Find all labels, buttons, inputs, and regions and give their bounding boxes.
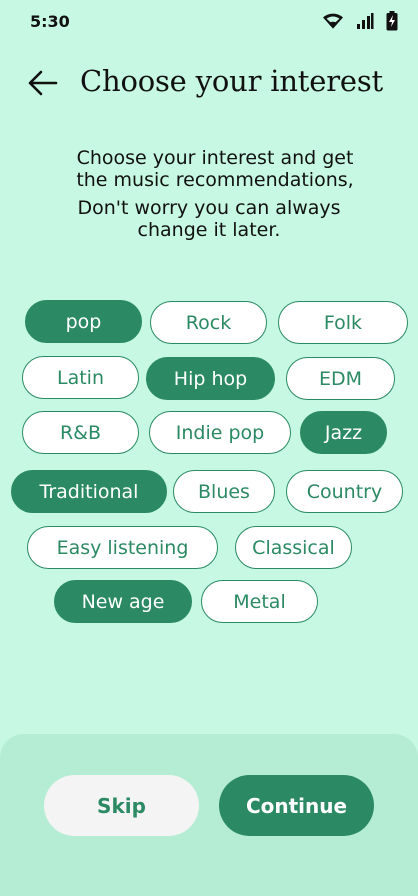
page-title: Choose your interest bbox=[80, 64, 383, 98]
interest-chip-rnb[interactable]: R&B bbox=[22, 411, 139, 454]
interest-chip-rock[interactable]: Rock bbox=[150, 301, 267, 344]
description-line-4: change it later. bbox=[137, 219, 281, 241]
interest-chip-pop[interactable]: pop bbox=[25, 300, 142, 343]
wifi-icon bbox=[322, 12, 344, 30]
interest-chip-indie-pop[interactable]: Indie pop bbox=[149, 411, 291, 454]
interest-chip-jazz[interactable]: Jazz bbox=[300, 411, 387, 454]
continue-button[interactable]: Continue bbox=[219, 775, 374, 836]
description-line-1: Choose your interest and get bbox=[76, 147, 354, 169]
arrow-left-icon bbox=[28, 70, 58, 96]
interest-chip-traditional[interactable]: Traditional bbox=[11, 470, 167, 513]
interest-chip-country[interactable]: Country bbox=[286, 470, 403, 513]
interest-chip-easy-listening[interactable]: Easy listening bbox=[27, 526, 218, 569]
description-line-3: Don't worry you can always bbox=[77, 197, 341, 219]
interest-chip-blues[interactable]: Blues bbox=[173, 470, 275, 513]
description-secondary: Don't worry you can always change it lat… bbox=[0, 197, 418, 241]
interest-chip-new-age[interactable]: New age bbox=[54, 580, 192, 623]
status-time: 5:30 bbox=[30, 12, 70, 31]
interest-chip-latin[interactable]: Latin bbox=[22, 356, 139, 399]
skip-button[interactable]: Skip bbox=[44, 775, 199, 836]
description-line-2: the music recommendations, bbox=[76, 169, 354, 191]
description-primary: Choose your interest and get the music r… bbox=[0, 147, 418, 191]
battery-charging-icon bbox=[386, 11, 398, 31]
signal-icon bbox=[356, 12, 374, 30]
status-icons bbox=[322, 11, 398, 31]
back-button[interactable] bbox=[26, 66, 60, 100]
interest-chip-classical[interactable]: Classical bbox=[235, 526, 352, 569]
interest-chip-folk[interactable]: Folk bbox=[278, 301, 408, 344]
status-bar: 5:30 bbox=[0, 0, 418, 44]
interest-chip-hip-hop[interactable]: Hip hop bbox=[146, 357, 275, 400]
interest-chip-metal[interactable]: Metal bbox=[201, 580, 318, 623]
interest-chip-edm[interactable]: EDM bbox=[286, 357, 395, 400]
